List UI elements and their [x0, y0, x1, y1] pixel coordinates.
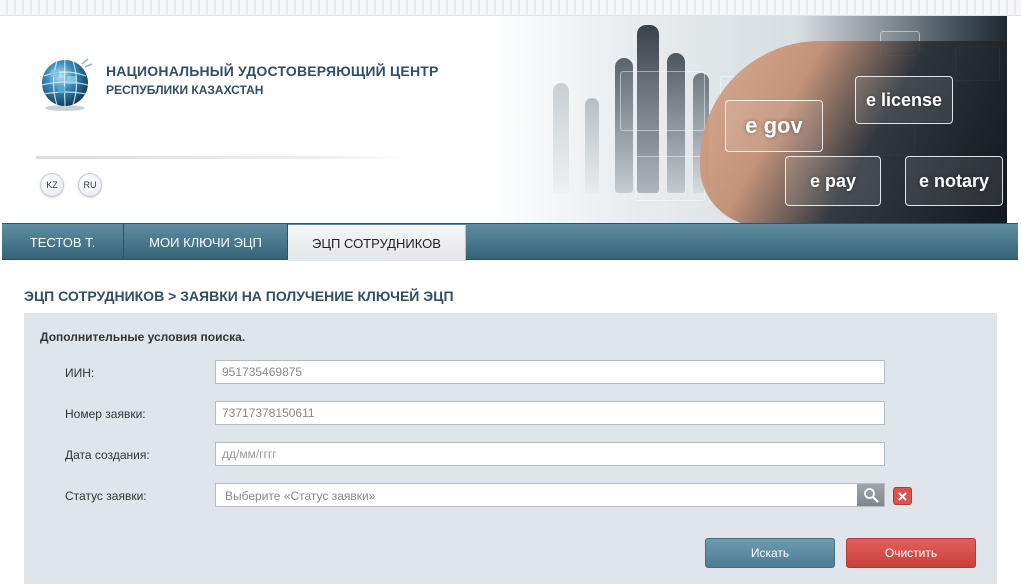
banner-enotary-label: e notary	[905, 156, 1003, 206]
organization-subtitle: РЕСПУБЛИКИ КАЗАХСТАН	[106, 83, 264, 97]
banner-epay-label: e pay	[785, 156, 881, 206]
banner-elicense-label: e license	[855, 76, 953, 124]
globe-logo-icon	[41, 58, 93, 111]
organization-name: НАЦИОНАЛЬНЫЙ УДОСТОВЕРЯЮЩИЙ ЦЕНТР	[106, 63, 439, 79]
iin-label: ИИН:	[65, 366, 95, 380]
search-button[interactable]: Искать	[705, 538, 835, 568]
clear-button[interactable]: Очистить	[846, 538, 976, 568]
request-number-label: Номер заявки:	[65, 407, 146, 421]
search-panel-title: Дополнительные условия поиска.	[40, 330, 246, 344]
status-select-placeholder: Выберите «Статус заявки»	[225, 489, 376, 503]
language-ru-button[interactable]: RU	[78, 173, 102, 197]
created-date-label: Дата создания:	[65, 448, 150, 462]
nav-item-my-keys[interactable]: МОИ КЛЮЧИ ЭЦП	[124, 224, 288, 260]
header-banner-image: e gov e license e pay e notary	[485, 16, 1007, 223]
search-panel: Дополнительные условия поиска. ИИН: Номе…	[24, 313, 997, 584]
close-icon	[898, 492, 907, 500]
top-decorative-border	[0, 0, 1021, 16]
page-title: ЭЦП СОТРУДНИКОВ > ЗАЯВКИ НА ПОЛУЧЕНИЕ КЛ…	[24, 288, 454, 304]
iin-input[interactable]	[215, 360, 885, 384]
status-label: Статус заявки:	[65, 489, 147, 503]
status-select[interactable]: Выберите «Статус заявки»	[215, 483, 885, 507]
created-date-input[interactable]	[215, 442, 885, 466]
status-clear-button[interactable]	[893, 487, 912, 505]
status-select-search-button[interactable]	[857, 484, 884, 506]
nav-item-user[interactable]: ТЕСТОВ Т.	[2, 224, 124, 260]
header-divider	[36, 156, 406, 159]
language-kz-button[interactable]: KZ	[40, 173, 64, 197]
banner-egov-label: e gov	[725, 100, 823, 152]
search-icon	[863, 488, 879, 503]
main-navigation: ТЕСТОВ Т. МОИ КЛЮЧИ ЭЦП ЭЦП СОТРУДНИКОВ	[2, 223, 1018, 261]
request-number-input[interactable]	[215, 401, 885, 425]
site-header: НАЦИОНАЛЬНЫЙ УДОСТОВЕРЯЮЩИЙ ЦЕНТР РЕСПУБ…	[2, 16, 1018, 223]
nav-item-employee-keys[interactable]: ЭЦП СОТРУДНИКОВ	[288, 225, 466, 261]
